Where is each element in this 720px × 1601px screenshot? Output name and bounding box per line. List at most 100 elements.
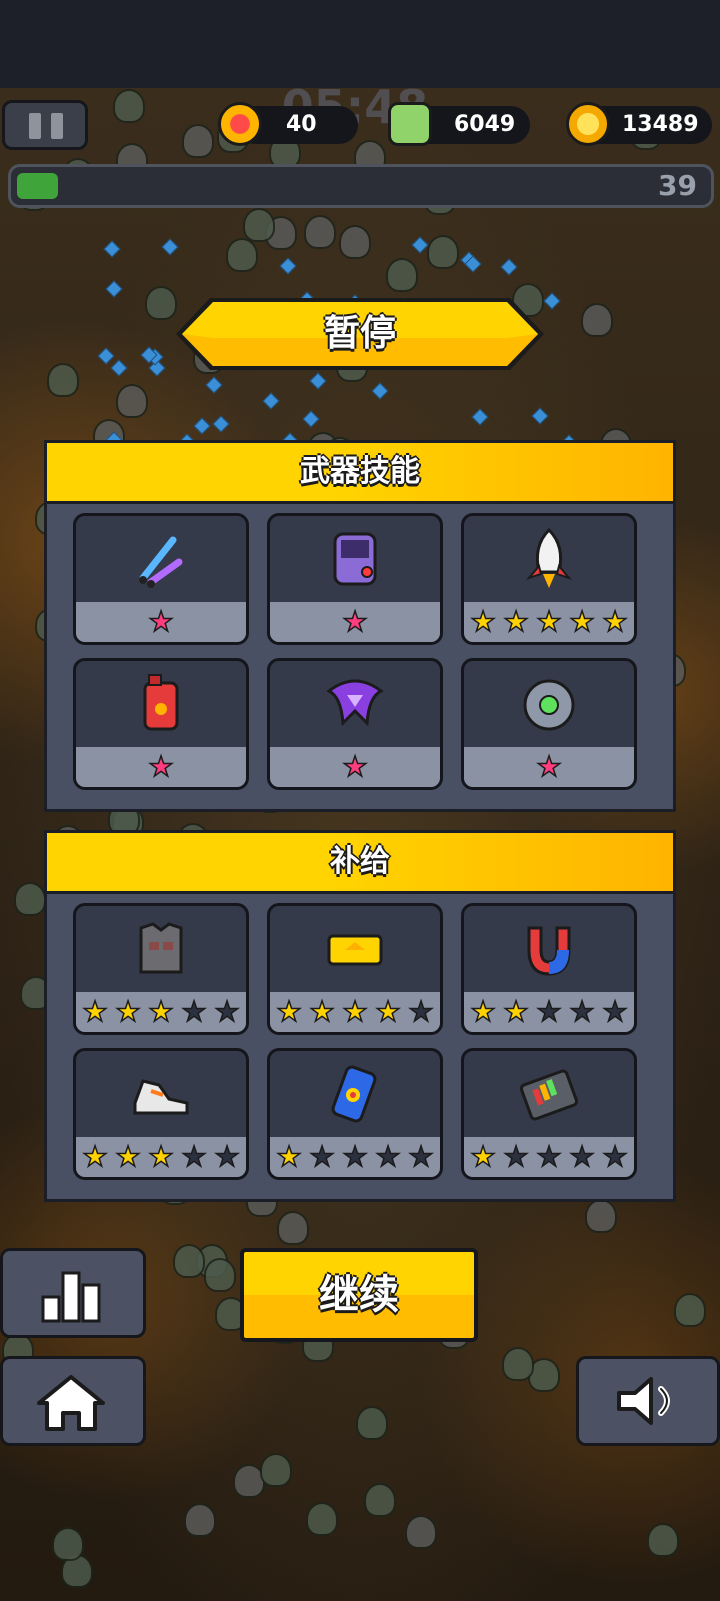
heart-icon: [218, 102, 262, 146]
energy-drink-icon: [331, 1065, 377, 1123]
enemy-sprite: [277, 1211, 309, 1245]
star-filled-icon: ★: [536, 749, 563, 784]
enemy-sprite: [226, 238, 258, 272]
weapon-slot-6[interactable]: ★: [461, 658, 637, 790]
star-empty-icon: ★: [181, 1139, 208, 1174]
xp-gem: [531, 407, 549, 425]
supply-slot-stars: ★ ★ ★ ★ ★: [76, 992, 246, 1032]
star-filled-icon: ★: [470, 1139, 497, 1174]
weapon-slot-5[interactable]: ★: [267, 658, 443, 790]
sound-button[interactable]: [576, 1356, 720, 1446]
xp-gem: [193, 417, 211, 435]
supply-slot-stars: ★ ★ ★ ★ ★: [464, 992, 634, 1032]
weapon-slot-icon-area: [76, 661, 246, 749]
enemy-sprite: [647, 1523, 679, 1557]
weapon-slot-stars: ★: [76, 602, 246, 642]
supply-slot-3[interactable]: ★ ★ ★ ★ ★: [461, 903, 637, 1035]
xp-gem: [262, 392, 280, 410]
supply-slot-2[interactable]: ★ ★ ★ ★ ★: [267, 903, 443, 1035]
xp-gem: [471, 408, 489, 426]
sneaker-icon: [133, 1079, 189, 1115]
enemy-sprite: [14, 882, 46, 916]
star-empty-icon: ★: [569, 994, 596, 1029]
enemy-sprite: [184, 1503, 216, 1537]
star-filled-icon: ★: [569, 604, 596, 639]
pause-button[interactable]: [2, 100, 88, 150]
star-empty-icon: ★: [536, 1139, 563, 1174]
continue-button[interactable]: 继续: [240, 1248, 478, 1342]
xp-gem: [302, 410, 320, 428]
star-empty-icon: ★: [342, 1139, 369, 1174]
weapon-slot-icon-area: [76, 516, 246, 604]
supply-slot-icon-area: [270, 1051, 440, 1139]
weapon-slot-4[interactable]: ★: [73, 658, 249, 790]
weapon-slot-1[interactable]: ★: [73, 513, 249, 645]
supply-slot-icon-area: [76, 906, 246, 994]
gold-ticket-icon: [327, 934, 383, 966]
supply-slot-6[interactable]: ★ ★ ★ ★ ★: [461, 1048, 637, 1180]
twin-blades-icon: [139, 536, 183, 588]
enemy-sprite: [243, 208, 275, 242]
weapon-slot-stars: ★: [270, 602, 440, 642]
supplies-panel: 补给 ★ ★ ★ ★ ★ ★ ★ ★ ★ ★ ★ ★ ★ ★ ★ ★ ★ ★ ★ ★ ★ ★ ★ ★ ★ ★ ★ ★ ★ ★: [44, 830, 676, 1202]
enemy-sprite: [427, 235, 459, 269]
enemy-sprite: [52, 1527, 84, 1561]
star-filled-icon: ★: [375, 994, 402, 1029]
enemy-sprite: [339, 225, 371, 259]
enemy-sprite: [47, 363, 79, 397]
supply-slot-stars: ★ ★ ★ ★ ★: [464, 1137, 634, 1177]
pause-icon-bar-right: [51, 113, 63, 139]
rocket-icon: [525, 527, 573, 588]
enemy-sprite: [182, 124, 214, 158]
enemy-sprite: [364, 1483, 396, 1517]
star-filled-icon: ★: [342, 604, 369, 639]
weapon-slot-3[interactable]: ★ ★ ★ ★ ★: [461, 513, 637, 645]
star-filled-icon: ★: [342, 749, 369, 784]
star-filled-icon: ★: [148, 1139, 175, 1174]
xp-gem: [212, 415, 230, 433]
star-empty-icon: ★: [569, 1139, 596, 1174]
star-empty-icon: ★: [503, 1139, 530, 1174]
experience-bar: 39: [8, 164, 714, 208]
weapon-slot-stars: ★ ★ ★ ★ ★: [464, 602, 634, 642]
star-empty-icon: ★: [309, 1139, 336, 1174]
star-empty-icon: ★: [602, 1139, 629, 1174]
enemy-sprite: [405, 1515, 437, 1549]
health-value: 40: [286, 112, 317, 137]
star-empty-icon: ★: [602, 994, 629, 1029]
star-filled-icon: ★: [148, 749, 175, 784]
weapon-slot-2[interactable]: ★: [267, 513, 443, 645]
coin-icon: [566, 102, 610, 146]
home-icon: [37, 1375, 105, 1431]
weapon-slot-stars: ★: [270, 747, 440, 787]
stats-button[interactable]: [0, 1248, 146, 1338]
magnet-icon: [527, 926, 571, 976]
enemy-sprite: [204, 1258, 236, 1292]
purple-boomerang-icon: [326, 679, 384, 727]
xp-gem: [543, 292, 561, 310]
supply-slot-icon-area: [464, 1051, 634, 1139]
status-bar: [0, 0, 720, 88]
xp-gem: [371, 382, 389, 400]
enemy-sprite: [585, 1199, 617, 1233]
supply-slot-icon-area: [270, 906, 440, 994]
enemy-sprite: [113, 89, 145, 123]
star-empty-icon: ★: [375, 1139, 402, 1174]
enemy-sprite: [581, 303, 613, 337]
xp-gem: [161, 238, 179, 256]
zombie-kill-icon: [388, 102, 432, 146]
battery-pack-icon: [519, 1069, 579, 1121]
drone-orb-icon: [523, 679, 575, 731]
enemy-sprite: [116, 384, 148, 418]
pause-icon-bar-left: [29, 113, 41, 139]
weapon-slot-stars: ★: [76, 747, 246, 787]
supply-slot-1[interactable]: ★ ★ ★ ★ ★: [73, 903, 249, 1035]
supply-slot-4[interactable]: ★ ★ ★ ★ ★: [73, 1048, 249, 1180]
home-button[interactable]: [0, 1356, 146, 1446]
xp-gem: [279, 257, 297, 275]
xp-gem: [110, 359, 128, 377]
supply-slot-5[interactable]: ★ ★ ★ ★ ★: [267, 1048, 443, 1180]
star-filled-icon: ★: [82, 994, 109, 1029]
star-filled-icon: ★: [276, 994, 303, 1029]
star-filled-icon: ★: [309, 994, 336, 1029]
